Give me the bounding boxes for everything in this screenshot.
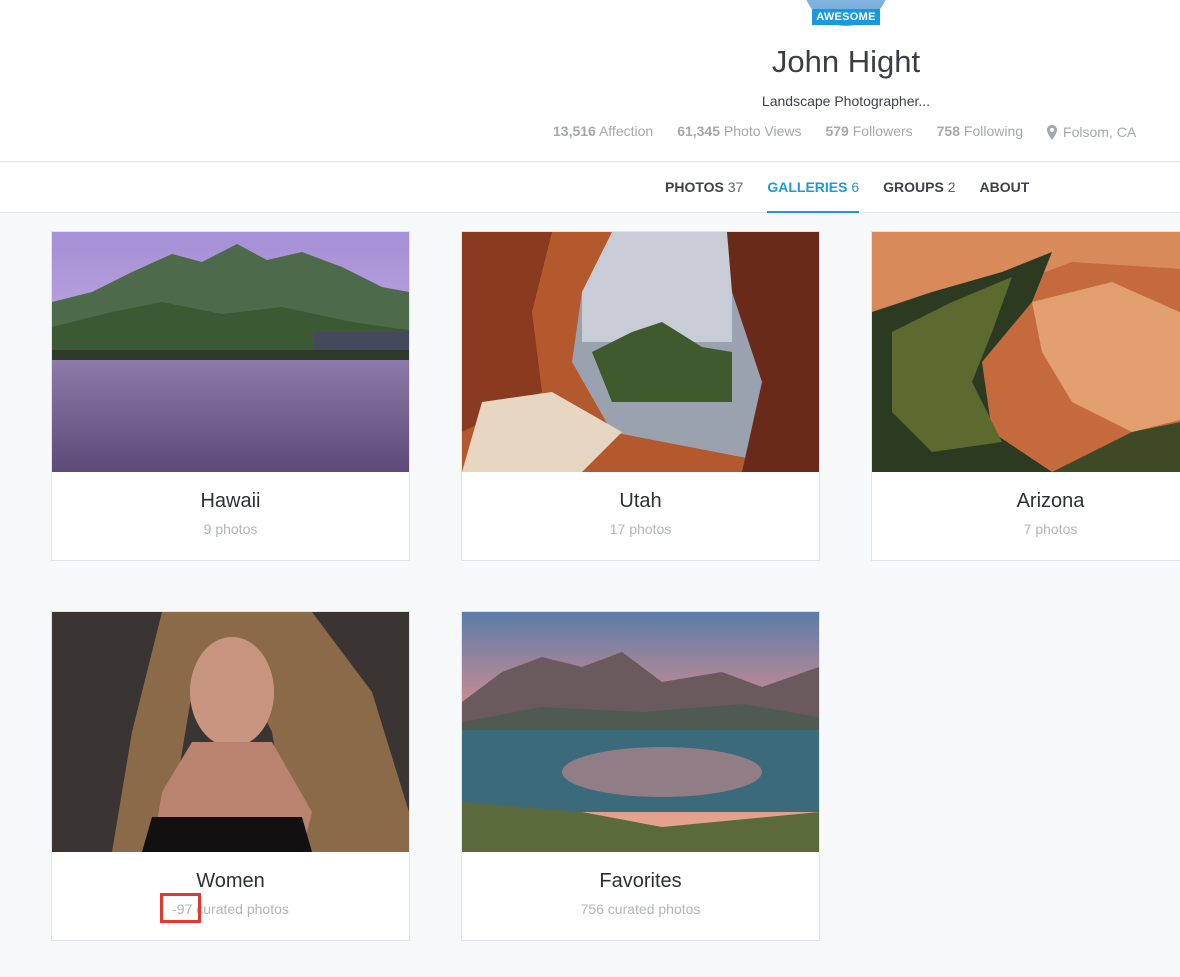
gallery-title: Hawaii <box>200 490 261 512</box>
location-text: Folsom, CA <box>1063 124 1137 140</box>
profile-stats: 13,516 Affection 61,345 Photo Views 579 … <box>553 123 1136 141</box>
location-pin-icon <box>1047 124 1058 140</box>
gallery-thumbnail <box>52 232 409 472</box>
tab-photos[interactable]: PHOTOS 37 <box>665 163 743 213</box>
gallery-title: Utah <box>619 490 662 512</box>
gallery-thumbnail <box>872 232 1180 472</box>
stat-followers[interactable]: 579 Followers <box>825 123 912 141</box>
gallery-photo-count: -97 curated photos <box>172 901 289 917</box>
gallery-title: Arizona <box>1016 490 1085 512</box>
profile-name: John Hight <box>771 44 921 79</box>
gallery-card-hawaii[interactable]: Hawaii 9 photos <box>51 231 410 561</box>
gallery-card-favorites[interactable]: Favorites 756 curated photos <box>461 611 820 941</box>
gallery-photo-count: 7 photos <box>1023 521 1078 537</box>
gallery-card-arizona[interactable]: Arizona 7 photos <box>871 231 1180 561</box>
tab-groups[interactable]: GROUPS 2 <box>883 163 955 213</box>
gallery-card-women[interactable]: Women -97 curated photos <box>51 611 410 941</box>
location: Folsom, CA <box>1047 123 1136 141</box>
gallery-photo-count: 17 photos <box>609 521 672 537</box>
profile-bio: Landscape Photographer... <box>761 93 931 109</box>
gallery-title: Favorites <box>599 870 682 892</box>
gallery-thumbnail <box>52 612 409 852</box>
gallery-photo-count: 9 photos <box>203 521 258 537</box>
awesome-badge: AWESOME <box>812 9 880 25</box>
gallery-card-utah[interactable]: Utah 17 photos <box>461 231 820 561</box>
gallery-title: Women <box>196 870 265 892</box>
stat-following[interactable]: 758 Following <box>937 123 1023 141</box>
gallery-thumbnail <box>462 232 819 472</box>
profile-header: AWESOME John Hight Landscape Photographe… <box>0 0 1180 162</box>
stat-affection: 13,516 Affection <box>553 123 654 139</box>
stat-photo-views: 61,345 Photo Views <box>677 123 802 139</box>
tab-about[interactable]: ABOUT <box>980 163 1030 213</box>
gallery-photo-count: 756 curated photos <box>580 901 701 917</box>
tab-galleries[interactable]: GALLERIES 6 <box>767 163 860 213</box>
annotation-highlight-box <box>160 893 201 923</box>
gallery-thumbnail <box>462 612 819 852</box>
profile-tabs: PHOTOS 37 GALLERIES 6 GROUPS 2 ABOUT <box>0 163 1180 213</box>
